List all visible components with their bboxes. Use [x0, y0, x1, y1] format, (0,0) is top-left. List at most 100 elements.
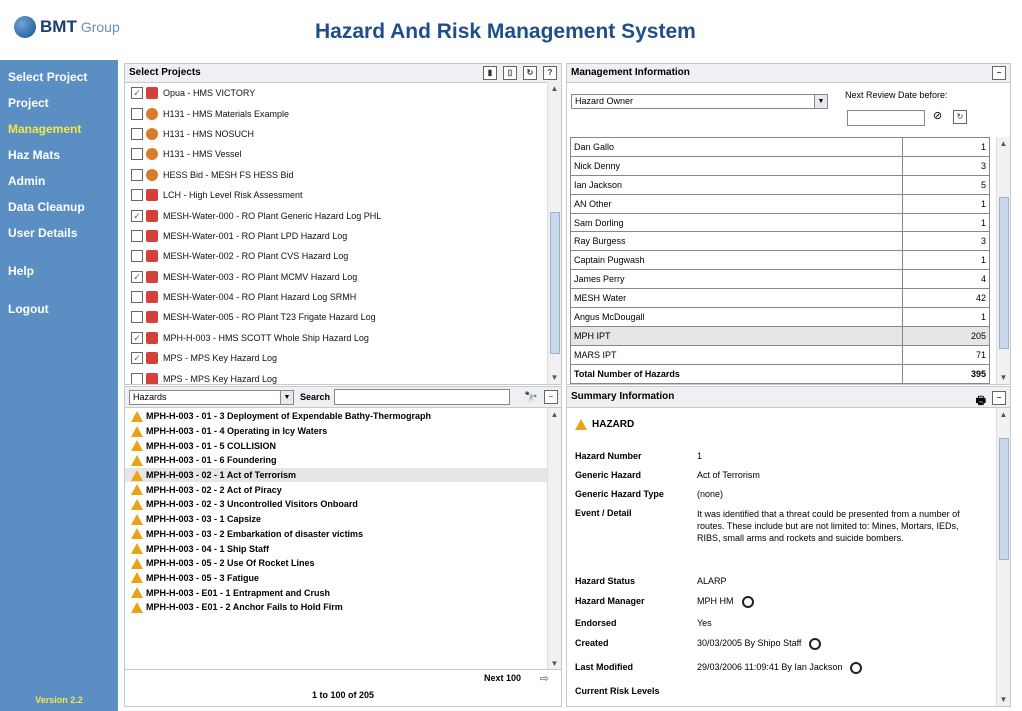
project-row[interactable]: MPS - MPS Key Hazard Log — [125, 368, 561, 384]
scroll-thumb[interactable] — [550, 212, 560, 354]
hazards-scrollbar[interactable]: ▲ ▼ — [547, 408, 561, 670]
next-100-link[interactable]: Next 100 — [484, 673, 521, 683]
projects-scrollbar[interactable]: ▲ ▼ — [547, 82, 561, 384]
refresh-icon[interactable]: ↻ — [523, 66, 537, 80]
project-checkbox[interactable] — [131, 148, 143, 161]
hazard-row[interactable]: MPH-H-003 - 01 - 5 COLLISION — [125, 438, 547, 453]
project-checkbox[interactable] — [131, 107, 143, 120]
nav-logout[interactable]: Logout — [0, 296, 118, 322]
hazard-row[interactable]: MPH-H-003 - 05 - 3 Fatigue — [125, 571, 547, 586]
print-icon[interactable]: 🖶 — [976, 391, 986, 411]
scroll-up-icon[interactable]: ▲ — [997, 137, 1010, 150]
project-checkbox[interactable]: ✓ — [131, 352, 143, 365]
user-info-icon[interactable] — [850, 662, 863, 674]
scroll-down-icon[interactable]: ▼ — [997, 693, 1010, 706]
project-checkbox[interactable] — [131, 250, 143, 263]
project-checkbox[interactable] — [131, 229, 143, 242]
owner-row[interactable]: AN Other 1 — [570, 193, 990, 214]
scroll-up-icon[interactable]: ▲ — [548, 408, 561, 421]
project-row[interactable]: MESH-Water-001 - RO Plant LPD Hazard Log — [125, 226, 561, 246]
scroll-up-icon[interactable]: ▲ — [548, 82, 561, 95]
search-input[interactable] — [334, 389, 511, 405]
owner-row[interactable]: MPH IPT 205 — [570, 325, 990, 346]
hazard-row[interactable]: MPH-H-003 - 01 - 3 Deployment of Expenda… — [125, 409, 547, 424]
next-arrow-icon[interactable]: ⇨ — [540, 672, 549, 685]
review-date-input[interactable] — [847, 110, 925, 126]
project-row[interactable]: ✓ MESH-Water-003 - RO Plant MCMV Hazard L… — [125, 267, 561, 287]
nav-select-project[interactable]: Select Project — [0, 64, 118, 90]
nav-data-cleanup[interactable]: Data Cleanup — [0, 194, 118, 220]
project-row[interactable]: H131 - HMS NOSUCH — [125, 124, 561, 144]
nav-admin[interactable]: Admin — [0, 168, 118, 194]
binoculars-icon[interactable]: 🔭 — [524, 391, 538, 404]
nav-user-details[interactable]: User Details — [0, 220, 118, 246]
project-checkbox[interactable] — [131, 189, 143, 202]
owner-row[interactable]: MARS IPT 71 — [570, 344, 990, 365]
project-row[interactable]: H131 - HMS Materials Example — [125, 103, 561, 123]
clear-icon[interactable]: ⊘ — [933, 109, 942, 122]
nav-project[interactable]: Project — [0, 90, 118, 116]
scroll-up-icon[interactable]: ▲ — [997, 408, 1010, 421]
nav-management[interactable]: Management — [0, 116, 118, 142]
owner-row[interactable]: MESH Water 42 — [570, 288, 990, 309]
hazard-row[interactable]: MPH-H-003 - 03 - 2 Embarkation of disast… — [125, 527, 547, 542]
project-row[interactable]: ✓ MPS - MPS Key Hazard Log — [125, 348, 561, 368]
column-view-icon[interactable]: ▮ — [483, 66, 497, 80]
project-row[interactable]: MESH-Water-005 - RO Plant T23 Frigate Ha… — [125, 307, 561, 327]
group-by-select[interactable]: Hazard Owner ▼ — [571, 94, 828, 109]
collapse-icon[interactable]: − — [992, 391, 1006, 405]
hazard-row[interactable]: MPH-H-003 - 05 - 2 Use Of Rocket Lines — [125, 556, 547, 571]
project-row[interactable]: ✓ MPH-H-003 - HMS SCOTT Whole Ship Hazard… — [125, 328, 561, 348]
scroll-thumb[interactable] — [999, 438, 1009, 560]
project-row[interactable]: MESH-Water-002 - RO Plant CVS Hazard Log — [125, 246, 561, 266]
chevron-down-icon[interactable]: ▼ — [280, 390, 293, 404]
project-checkbox[interactable] — [131, 291, 143, 304]
project-row[interactable]: HESS Bid - MESH FS HESS Bid — [125, 165, 561, 185]
owner-row[interactable]: James Perry 4 — [570, 269, 990, 290]
project-checkbox[interactable]: ✓ — [131, 209, 143, 222]
project-checkbox[interactable]: ✓ — [131, 270, 143, 283]
owner-row[interactable]: Angus McDougall 1 — [570, 307, 990, 327]
owner-row[interactable]: Dan Gallo 1 — [570, 137, 990, 157]
hazard-row[interactable]: MPH-H-003 - 01 - 4 Operating in Icy Wate… — [125, 424, 547, 439]
collapse-icon[interactable]: − — [543, 390, 558, 404]
page-view-icon[interactable]: ▯ — [503, 66, 517, 80]
nav-haz-mats[interactable]: Haz Mats — [0, 142, 118, 168]
hazard-row[interactable]: MPH-H-003 - 02 - 1 Act of Terrorism — [125, 467, 547, 483]
owner-row[interactable]: Nick Denny 3 — [570, 155, 990, 176]
project-row[interactable]: H131 - HMS Vessel — [125, 144, 561, 164]
chevron-down-icon[interactable]: ▼ — [814, 95, 827, 108]
scroll-thumb[interactable] — [999, 197, 1009, 349]
project-row[interactable]: ✓ Opua - HMS VICTORY — [125, 83, 561, 103]
user-info-icon[interactable] — [809, 638, 822, 650]
management-scrollbar[interactable]: ▲ ▼ — [996, 137, 1010, 384]
project-row[interactable]: ✓ MESH-Water-000 - RO Plant Generic Hazar… — [125, 205, 561, 225]
help-icon[interactable]: ? — [543, 66, 557, 80]
hazard-row[interactable]: MPH-H-003 - 04 - 1 Ship Staff — [125, 541, 547, 556]
owner-row[interactable]: Captain Pugwash 1 — [570, 250, 990, 271]
hazard-row[interactable]: MPH-H-003 - 02 - 3 Uncontrolled Visitors… — [125, 497, 547, 512]
hazard-row[interactable]: MPH-H-003 - E01 - 1 Entrapment and Crush — [125, 585, 547, 600]
owner-row[interactable]: Ian Jackson 5 — [570, 174, 990, 195]
project-row[interactable]: LCH - High Level Risk Assessment — [125, 185, 561, 205]
refresh-icon[interactable]: ↻ — [953, 110, 967, 124]
project-checkbox[interactable] — [131, 168, 143, 181]
project-checkbox[interactable]: ✓ — [131, 331, 143, 344]
hazard-row[interactable]: MPH-H-003 - 01 - 6 Foundering — [125, 453, 547, 468]
project-row[interactable]: MESH-Water-004 - RO Plant Hazard Log SRM… — [125, 287, 561, 307]
scroll-down-icon[interactable]: ▼ — [997, 371, 1010, 384]
nav-help[interactable]: Help — [0, 258, 118, 284]
user-info-icon[interactable] — [741, 596, 754, 608]
scroll-down-icon[interactable]: ▼ — [548, 371, 561, 384]
hazard-row[interactable]: MPH-H-003 - E01 - 2 Anchor Fails to Hold… — [125, 600, 547, 615]
collapse-icon[interactable]: − — [992, 66, 1006, 80]
project-checkbox[interactable]: ✓ — [131, 87, 143, 100]
owner-row[interactable]: Sam Dorling 1 — [570, 212, 990, 233]
hazard-row[interactable]: MPH-H-003 - 02 - 2 Act of Piracy — [125, 482, 547, 497]
owner-row[interactable]: Ray Burgess 3 — [570, 231, 990, 252]
project-checkbox[interactable] — [131, 127, 143, 140]
project-checkbox[interactable] — [131, 372, 143, 384]
hazard-row[interactable]: MPH-H-003 - 03 - 1 Capsize — [125, 512, 547, 527]
project-checkbox[interactable] — [131, 311, 143, 324]
summary-scrollbar[interactable]: ▲ ▼ — [996, 408, 1010, 706]
